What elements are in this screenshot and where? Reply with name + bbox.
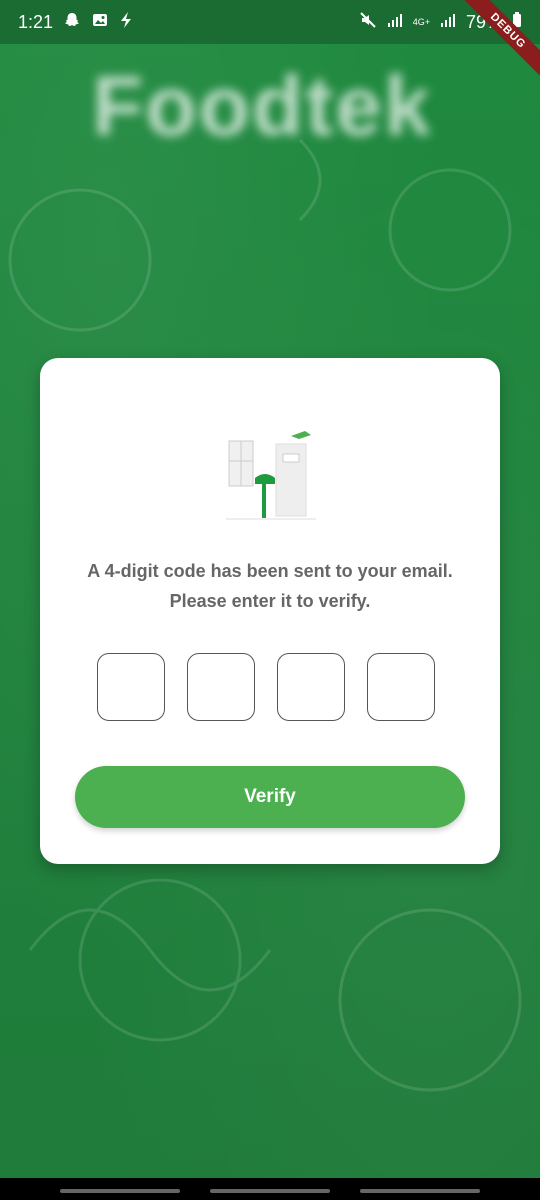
nav-recents-button[interactable]	[60, 1189, 180, 1193]
brand-title: Foodtek	[92, 59, 433, 153]
status-time: 1:21	[18, 11, 54, 32]
signal-icon	[387, 12, 403, 33]
verification-message: A 4-digit code has been sent to your ema…	[87, 561, 453, 611]
otp-digit-2[interactable]	[187, 653, 255, 721]
network-type-label: 4G+	[412, 17, 430, 27]
nav-back-button[interactable]	[360, 1189, 480, 1193]
nav-home-button[interactable]	[210, 1189, 330, 1193]
snapchat-icon	[63, 11, 81, 34]
mute-icon	[359, 11, 377, 34]
verification-card: A 4-digit code has been sent to your ema…	[40, 358, 500, 864]
battery-icon	[512, 11, 522, 33]
otp-digit-4[interactable]	[367, 653, 435, 721]
image-icon	[91, 11, 109, 34]
verify-button[interactable]: Verify	[75, 766, 465, 828]
otp-input-row	[97, 653, 435, 721]
otp-digit-1[interactable]	[97, 653, 165, 721]
otp-digit-3[interactable]	[277, 653, 345, 721]
system-navigation-bar	[0, 1178, 540, 1200]
flash-icon	[119, 11, 133, 34]
signal-icon-2	[440, 12, 456, 33]
battery-percent: 79%	[465, 11, 502, 32]
mailbox-illustration	[226, 431, 316, 520]
status-bar: 1:21 4G+ 79%	[0, 0, 540, 44]
